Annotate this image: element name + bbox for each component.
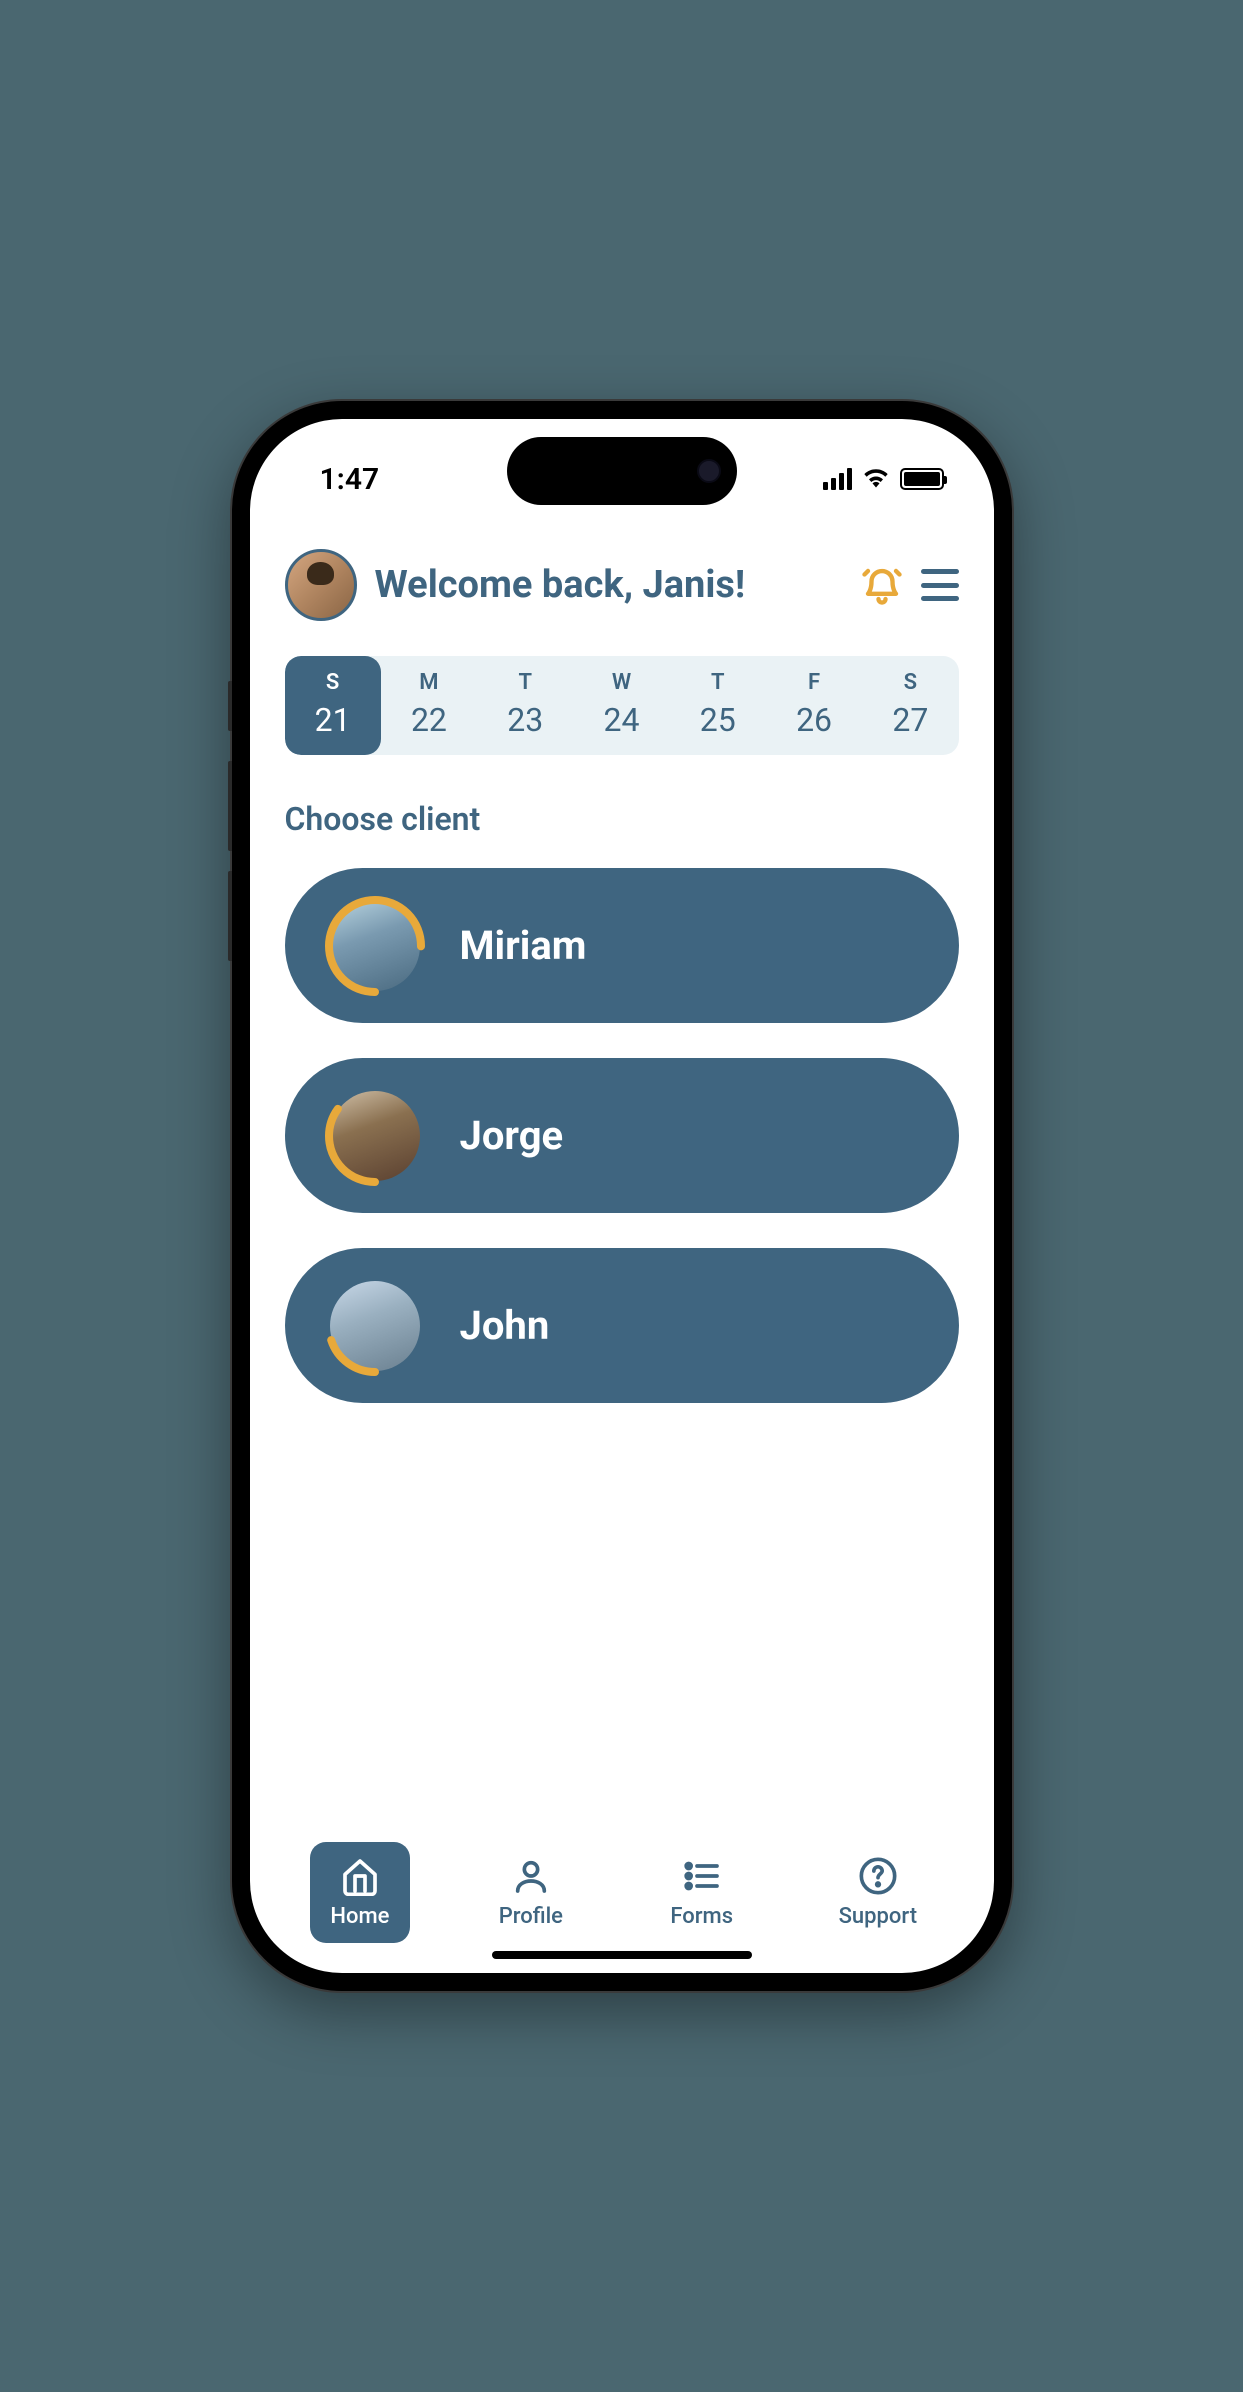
- nav-label: Support: [839, 1904, 917, 1929]
- day-number: 25: [670, 701, 766, 739]
- notification-bell-icon[interactable]: [861, 564, 903, 606]
- nav-label: Home: [330, 1904, 389, 1929]
- status-icons: [823, 466, 944, 492]
- nav-support[interactable]: Support: [823, 1842, 933, 1943]
- day-cell-26[interactable]: F 26: [766, 656, 862, 755]
- welcome-text: Welcome back, Janis!: [375, 563, 843, 607]
- cellular-signal-icon: [823, 468, 852, 490]
- home-icon: [340, 1856, 380, 1896]
- day-cell-22[interactable]: M 22: [381, 656, 477, 755]
- day-label: S: [862, 670, 958, 695]
- client-avatar-wrap: [325, 1276, 425, 1376]
- header: Welcome back, Janis!: [285, 549, 959, 621]
- day-label: F: [766, 670, 862, 695]
- week-strip: S21M22T23W24T25F26S27: [285, 656, 959, 755]
- day-cell-24[interactable]: W 24: [573, 656, 669, 755]
- day-number: 23: [477, 701, 573, 739]
- profile-icon: [511, 1856, 551, 1896]
- status-time: 1:47: [320, 462, 380, 497]
- forms-icon: [682, 1856, 722, 1896]
- progress-ring-icon: [325, 1086, 425, 1186]
- camera-dot: [697, 459, 721, 483]
- client-avatar-wrap: [325, 1086, 425, 1186]
- day-number: 27: [862, 701, 958, 739]
- client-name: Jorge: [460, 1112, 564, 1159]
- day-label: W: [573, 670, 669, 695]
- user-avatar[interactable]: [285, 549, 357, 621]
- nav-home[interactable]: Home: [310, 1842, 410, 1943]
- day-number: 24: [573, 701, 669, 739]
- app-content: Welcome back, Janis! S21M22T23W24T25F26S…: [250, 519, 994, 1822]
- progress-ring-icon: [325, 896, 425, 996]
- hamburger-menu-icon[interactable]: [921, 569, 959, 601]
- day-label: M: [381, 670, 477, 695]
- client-name: Miriam: [460, 922, 587, 969]
- day-cell-23[interactable]: T 23: [477, 656, 573, 755]
- day-number: 22: [381, 701, 477, 739]
- day-label: S: [285, 670, 381, 695]
- day-label: T: [670, 670, 766, 695]
- wifi-icon: [862, 466, 890, 492]
- battery-icon: [900, 468, 944, 490]
- nav-profile[interactable]: Profile: [481, 1842, 581, 1943]
- nav-label: Forms: [670, 1904, 733, 1929]
- choose-client-heading: Choose client: [285, 800, 959, 838]
- day-number: 21: [285, 701, 381, 739]
- day-cell-25[interactable]: T 25: [670, 656, 766, 755]
- support-icon: [858, 1856, 898, 1896]
- client-card-john[interactable]: John: [285, 1248, 959, 1403]
- nav-label: Profile: [499, 1904, 563, 1929]
- screen: 1:47 Welcome back, Janis!: [250, 419, 994, 1973]
- day-cell-27[interactable]: S 27: [862, 656, 958, 755]
- client-name: John: [460, 1302, 550, 1349]
- nav-forms[interactable]: Forms: [652, 1842, 752, 1943]
- client-card-jorge[interactable]: Jorge: [285, 1058, 959, 1213]
- phone-frame: 1:47 Welcome back, Janis!: [232, 401, 1012, 1991]
- day-label: T: [477, 670, 573, 695]
- home-indicator[interactable]: [492, 1951, 752, 1959]
- progress-ring-icon: [325, 1276, 425, 1376]
- client-avatar-wrap: [325, 896, 425, 996]
- client-list: Miriam Jorge John: [285, 868, 959, 1403]
- day-number: 26: [766, 701, 862, 739]
- client-card-miriam[interactable]: Miriam: [285, 868, 959, 1023]
- day-cell-21[interactable]: S 21: [285, 656, 381, 755]
- dynamic-island: [507, 437, 737, 505]
